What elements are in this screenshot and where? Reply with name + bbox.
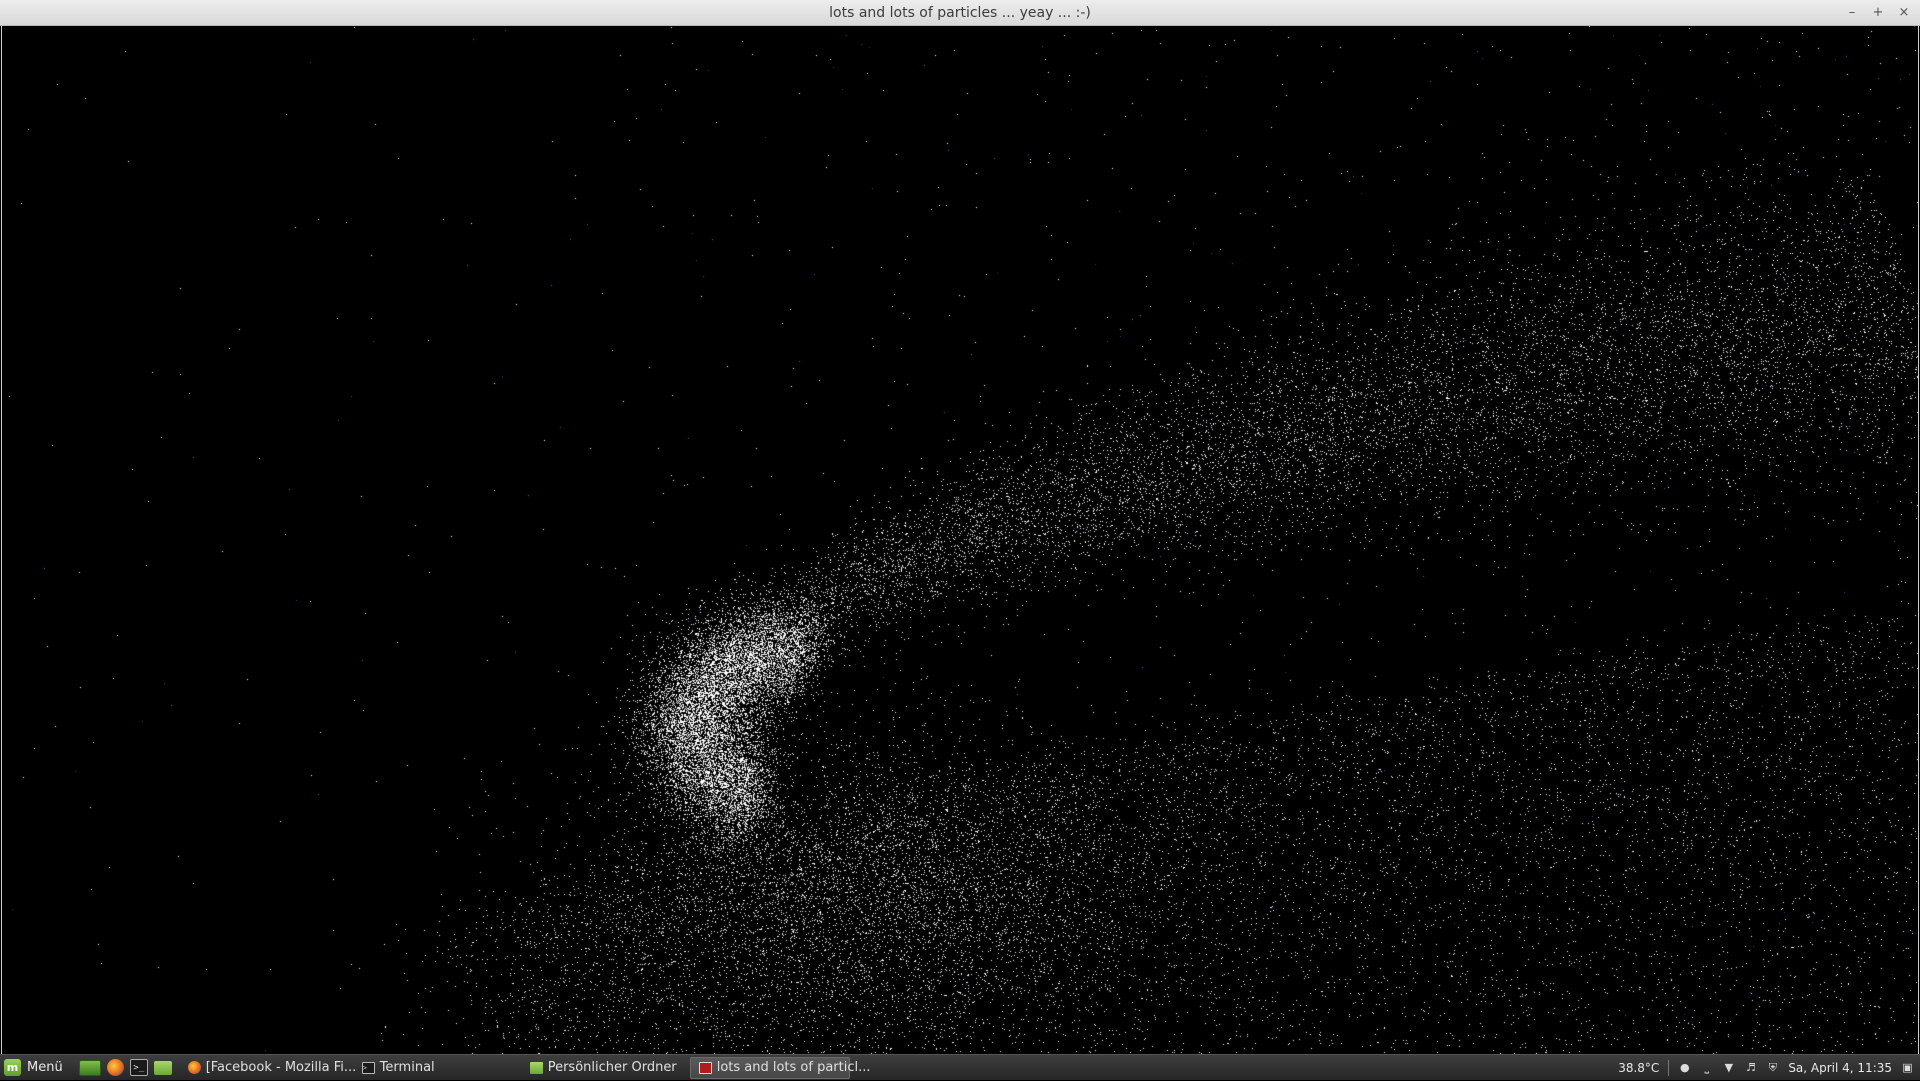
window-title: lots and lots of particles ... yeay ... … bbox=[829, 5, 1091, 21]
user-icon[interactable]: ● bbox=[1678, 1061, 1691, 1074]
task-label: lots and lots of particl... bbox=[716, 1060, 871, 1075]
system-tray: 38.8°C ● ⎵ ▼ ♬ ⛨ Sa, April 4, 11:35 ▣ bbox=[1618, 1055, 1920, 1081]
firefox-icon bbox=[187, 1061, 201, 1074]
volume-icon[interactable]: ♬ bbox=[1744, 1061, 1757, 1074]
menu-button[interactable]: m Menü bbox=[0, 1055, 71, 1081]
clock[interactable]: Sa, April 4, 11:35 bbox=[1788, 1061, 1892, 1075]
close-button[interactable]: × bbox=[1896, 5, 1912, 21]
particle-viewport[interactable] bbox=[1, 26, 1919, 1054]
terminal-icon[interactable]: >_ bbox=[129, 1059, 148, 1076]
menu-label: Menü bbox=[27, 1060, 63, 1075]
tray-separator bbox=[1668, 1059, 1670, 1076]
folder-icon bbox=[529, 1061, 543, 1074]
task-label: [Facebook - Mozilla Fi... bbox=[205, 1060, 357, 1075]
files-icon[interactable] bbox=[153, 1060, 172, 1075]
show-desktop-tray-icon[interactable]: ▣ bbox=[1901, 1061, 1914, 1074]
task-label: Persönlicher Ordner bbox=[547, 1060, 677, 1075]
window-controls: – + × bbox=[1844, 0, 1912, 26]
show-desktop-icon[interactable] bbox=[78, 1059, 101, 1076]
task-particles-app[interactable]: lots and lots of particl... bbox=[689, 1056, 871, 1079]
update-shield-icon[interactable]: ⛨ bbox=[1766, 1061, 1779, 1074]
particle-canvas[interactable] bbox=[2, 26, 1918, 1054]
task-home-folder[interactable]: Persönlicher Ordner bbox=[522, 1057, 682, 1079]
keyboard-icon[interactable]: ⎵ bbox=[1700, 1061, 1713, 1074]
task-firefox-facebook[interactable]: [Facebook - Mozilla Fi... bbox=[180, 1057, 356, 1079]
task-list: [Facebook - Mozilla Fi... > Terminal Per… bbox=[180, 1055, 871, 1081]
task-terminal[interactable]: > Terminal bbox=[354, 1057, 514, 1079]
particles-app-icon bbox=[698, 1061, 712, 1074]
minimize-button[interactable]: – bbox=[1844, 5, 1860, 21]
task-label: Terminal bbox=[379, 1060, 435, 1075]
taskbar: m Menü >_ [Facebook - Mozilla Fi... > Te… bbox=[0, 1054, 1920, 1080]
mint-logo-icon: m bbox=[4, 1059, 21, 1076]
quick-launchers: >_ bbox=[71, 1059, 180, 1076]
window-titlebar[interactable]: lots and lots of particles ... yeay ... … bbox=[0, 0, 1920, 26]
wifi-icon[interactable]: ▼ bbox=[1722, 1061, 1735, 1074]
terminal-icon: > bbox=[361, 1061, 375, 1074]
cpu-temperature[interactable]: 38.8°C bbox=[1618, 1061, 1659, 1075]
maximize-button[interactable]: + bbox=[1870, 5, 1886, 21]
firefox-icon[interactable] bbox=[106, 1059, 124, 1076]
